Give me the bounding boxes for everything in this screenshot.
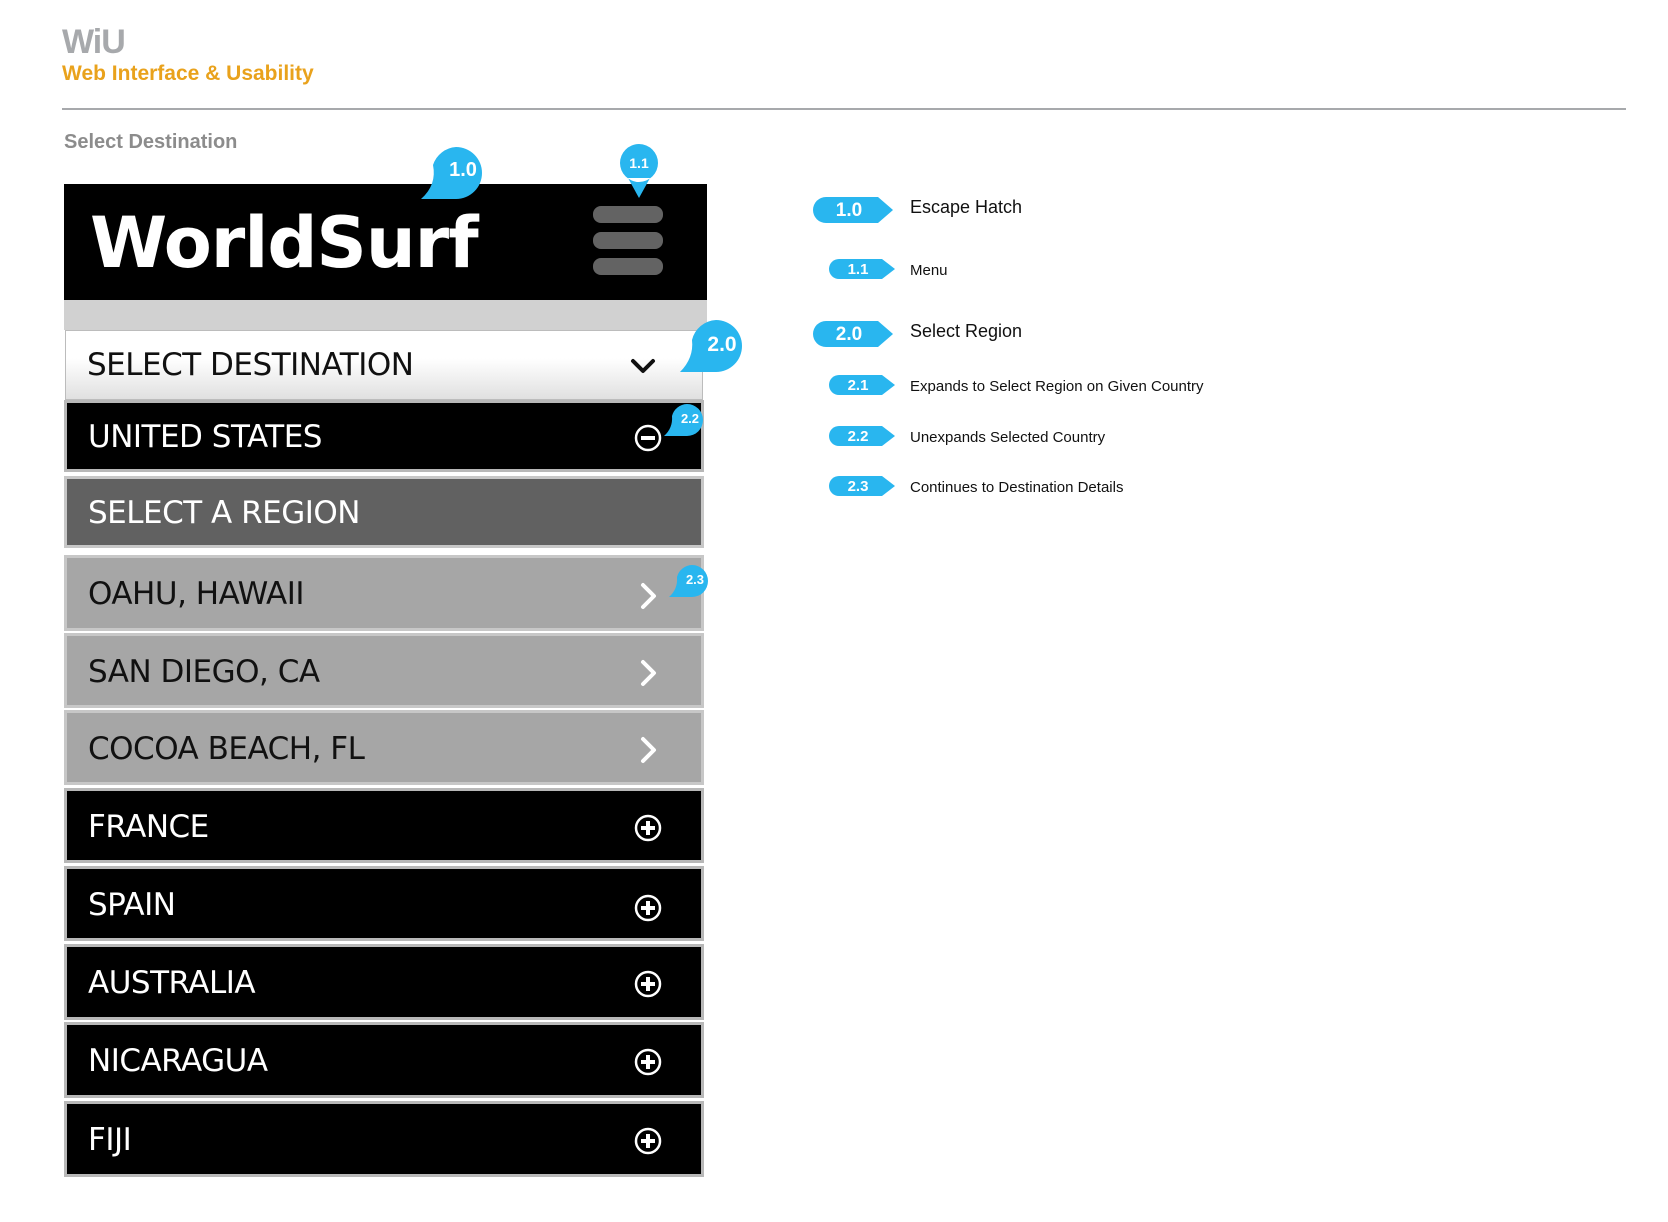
legend-text: Unexpands Selected Country — [910, 429, 1106, 446]
country-row-spain[interactable]: SPAIN — [64, 866, 704, 941]
callout-1-1: 1.1 — [618, 142, 660, 200]
plus-circle-icon[interactable] — [633, 893, 663, 923]
country-row-australia[interactable]: AUSTRALIA — [64, 944, 704, 1020]
legend-number: 2.3 — [847, 478, 869, 495]
legend-number: 1.1 — [847, 261, 869, 278]
app-logo[interactable]: WorldSurf — [90, 202, 479, 284]
select-destination-dropdown[interactable]: SELECT DESTINATION — [65, 330, 703, 400]
legend-text: Continues to Destination Details — [910, 479, 1124, 496]
callout-number: 2.2 — [680, 411, 700, 426]
country-label: NICARAGUA — [88, 1043, 268, 1079]
country-label: FIJI — [88, 1122, 132, 1158]
country-label: UNITED STATES — [88, 419, 322, 455]
callout-number: 1.0 — [449, 159, 477, 181]
country-row-united-states[interactable]: UNITED STATES — [64, 400, 704, 472]
chevron-right-icon — [641, 583, 656, 609]
region-row-oahu[interactable]: OAHU, HAWAII — [64, 555, 704, 631]
legend-text: Escape Hatch — [910, 197, 1023, 217]
region-row-san-diego[interactable]: SAN DIEGO, CA — [64, 633, 704, 708]
country-row-fiji[interactable]: FIJI — [64, 1101, 704, 1177]
hamburger-icon[interactable] — [593, 206, 663, 276]
section-title: Select Destination — [64, 131, 238, 153]
chevron-right-icon — [641, 737, 656, 763]
region-header-label: SELECT A REGION — [88, 495, 361, 531]
minus-circle-icon[interactable] — [633, 423, 663, 453]
country-label: FRANCE — [88, 809, 209, 845]
region-label: COCOA BEACH, FL — [88, 731, 365, 767]
legend-text: Expands to Select Region on Given Countr… — [910, 378, 1204, 395]
app-header: WorldSurf — [64, 184, 707, 300]
select-destination-label: SELECT DESTINATION — [87, 347, 414, 383]
callout-2-2: 2.2 — [664, 402, 704, 438]
country-label: SPAIN — [88, 887, 176, 923]
country-label: AUSTRALIA — [88, 965, 256, 1001]
plus-circle-icon[interactable] — [633, 1126, 663, 1156]
callout-1-0: 1.0 — [421, 145, 485, 201]
region-label: SAN DIEGO, CA — [88, 654, 320, 690]
brand-subtitle: Web Interface & Usability — [62, 62, 314, 85]
brand-block: WiU Web Interface & Usability — [62, 22, 314, 86]
country-row-france[interactable]: FRANCE — [64, 788, 704, 863]
region-row-cocoa-beach[interactable]: COCOA BEACH, FL — [64, 710, 704, 785]
legend-number: 2.0 — [835, 324, 863, 345]
region-header: SELECT A REGION — [64, 476, 704, 548]
chevron-down-icon — [631, 359, 655, 373]
plus-circle-icon[interactable] — [633, 813, 663, 843]
country-row-nicaragua[interactable]: NICARAGUA — [64, 1022, 704, 1098]
header-spacer — [64, 300, 707, 330]
region-label: OAHU, HAWAII — [88, 576, 305, 612]
callout-number: 2.0 — [707, 333, 737, 356]
callout-2-0: 2.0 — [680, 318, 744, 374]
brand-name: WiU — [62, 23, 126, 61]
legend-number: 1.0 — [835, 200, 863, 221]
callout-2-3: 2.3 — [669, 563, 709, 599]
callout-number: 1.1 — [629, 155, 649, 171]
callout-number: 2.3 — [685, 572, 705, 587]
chevron-right-icon — [641, 660, 656, 686]
plus-circle-icon[interactable] — [633, 1047, 663, 1077]
plus-circle-icon[interactable] — [633, 969, 663, 999]
legend-number: 2.2 — [847, 428, 869, 445]
legend-number: 2.1 — [847, 377, 869, 394]
header-divider — [62, 108, 1626, 110]
legend-text: Select Region — [910, 321, 1023, 341]
legend-text: Menu — [910, 262, 948, 279]
